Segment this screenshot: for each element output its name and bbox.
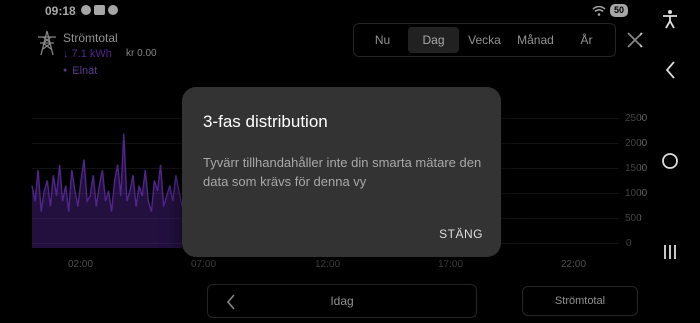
dialog-message: Tyvärr tillhandahåller inte din smarta m… <box>203 155 482 189</box>
recent-apps-icon[interactable] <box>663 243 677 266</box>
accessibility-icon[interactable] <box>662 9 678 34</box>
close-dialog-button[interactable]: STÄNG <box>439 227 483 241</box>
back-icon[interactable] <box>664 60 676 85</box>
home-icon[interactable] <box>661 152 679 175</box>
info-dialog: 3-fas distribution Tyvärr tillhandahålle… <box>182 87 501 257</box>
dialog-title: 3-fas distribution <box>203 112 328 131</box>
system-nav-rail <box>640 0 700 323</box>
